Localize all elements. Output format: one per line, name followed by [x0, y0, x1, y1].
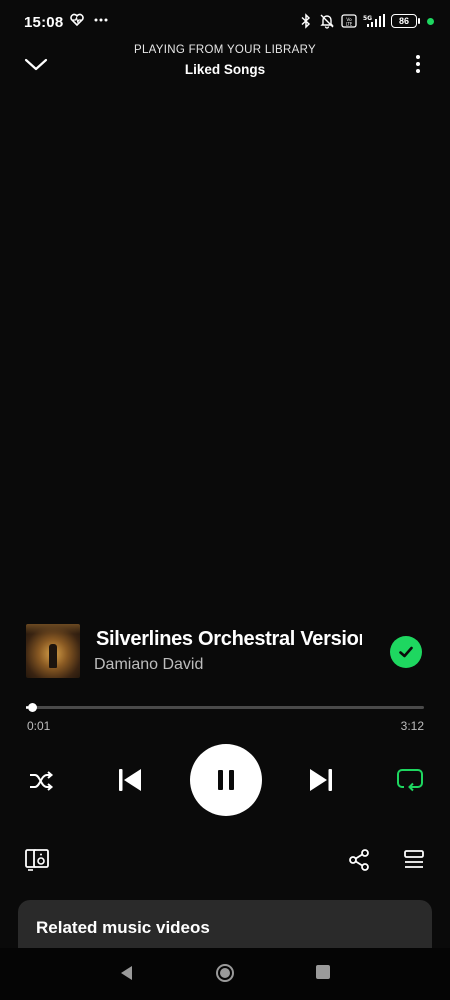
check-icon [399, 646, 413, 658]
more-options-icon[interactable] [410, 50, 426, 78]
5g-signal-icon: 5G [363, 14, 385, 27]
progress-track [26, 706, 424, 709]
time-total: 3:12 [400, 719, 424, 733]
shuffle-button[interactable] [26, 766, 56, 796]
track-info: Silverlines Orchestral Version Damiano D… [26, 624, 426, 680]
cover-top-shade [26, 624, 80, 634]
connect-device-icon[interactable] [24, 846, 50, 872]
status-time: 15:08 [24, 14, 64, 31]
heart-rate-icon [70, 13, 84, 27]
shuffle-icon [30, 771, 54, 791]
context-subtitle: PLAYING FROM YOUR LIBRARY [134, 44, 316, 56]
battery-icon: 86 [391, 14, 420, 28]
liked-check-button[interactable] [390, 636, 422, 668]
previous-icon [119, 769, 141, 791]
next-button[interactable] [305, 764, 337, 796]
pause-icon [218, 770, 234, 790]
status-bar: 15:08 Vo LTE 5G 86 [0, 0, 450, 44]
recent-apps-icon[interactable] [315, 964, 331, 980]
song-title[interactable]: Silverlines Orchestral Version [96, 628, 362, 651]
playback-controls [0, 744, 450, 816]
cover-figure [49, 644, 57, 668]
album-cover[interactable] [26, 624, 80, 678]
repeat-button[interactable] [394, 764, 426, 796]
status-right-icons: Vo LTE 5G 86 [299, 13, 434, 29]
pause-button[interactable] [190, 744, 262, 816]
bluetooth-icon [301, 13, 311, 29]
mute-bell-icon [320, 14, 334, 29]
back-icon[interactable] [118, 964, 136, 982]
progress-bar[interactable] [26, 703, 424, 712]
time-elapsed: 0:01 [27, 719, 51, 733]
volte-icon: Vo LTE [341, 14, 357, 28]
privacy-indicator-dot [427, 17, 434, 25]
progress-knob[interactable] [27, 703, 37, 712]
previous-button[interactable] [114, 764, 146, 796]
more-dots-icon [94, 18, 108, 22]
battery-level: 86 [398, 16, 409, 26]
next-icon [310, 769, 332, 791]
svg-text:LTE: LTE [346, 22, 353, 27]
artist-name[interactable]: Damiano David [94, 656, 203, 674]
context-title[interactable]: Liked Songs [0, 62, 450, 77]
queue-icon[interactable] [402, 848, 426, 872]
svg-text:5G: 5G [363, 15, 372, 22]
status-left-icons [70, 13, 108, 27]
home-icon[interactable] [215, 963, 235, 983]
now-playing-screen: 15:08 Vo LTE 5G 86 PLAYING FROM YOUR LIB… [0, 0, 450, 1000]
player-header: PLAYING FROM YOUR LIBRARY Liked Songs [0, 44, 450, 84]
system-nav-bar [0, 948, 450, 1000]
playing-context: PLAYING FROM YOUR LIBRARY Liked Songs [0, 44, 450, 77]
share-icon[interactable] [347, 848, 371, 872]
repeat-icon [397, 769, 423, 792]
related-title: Related music videos [36, 918, 210, 937]
